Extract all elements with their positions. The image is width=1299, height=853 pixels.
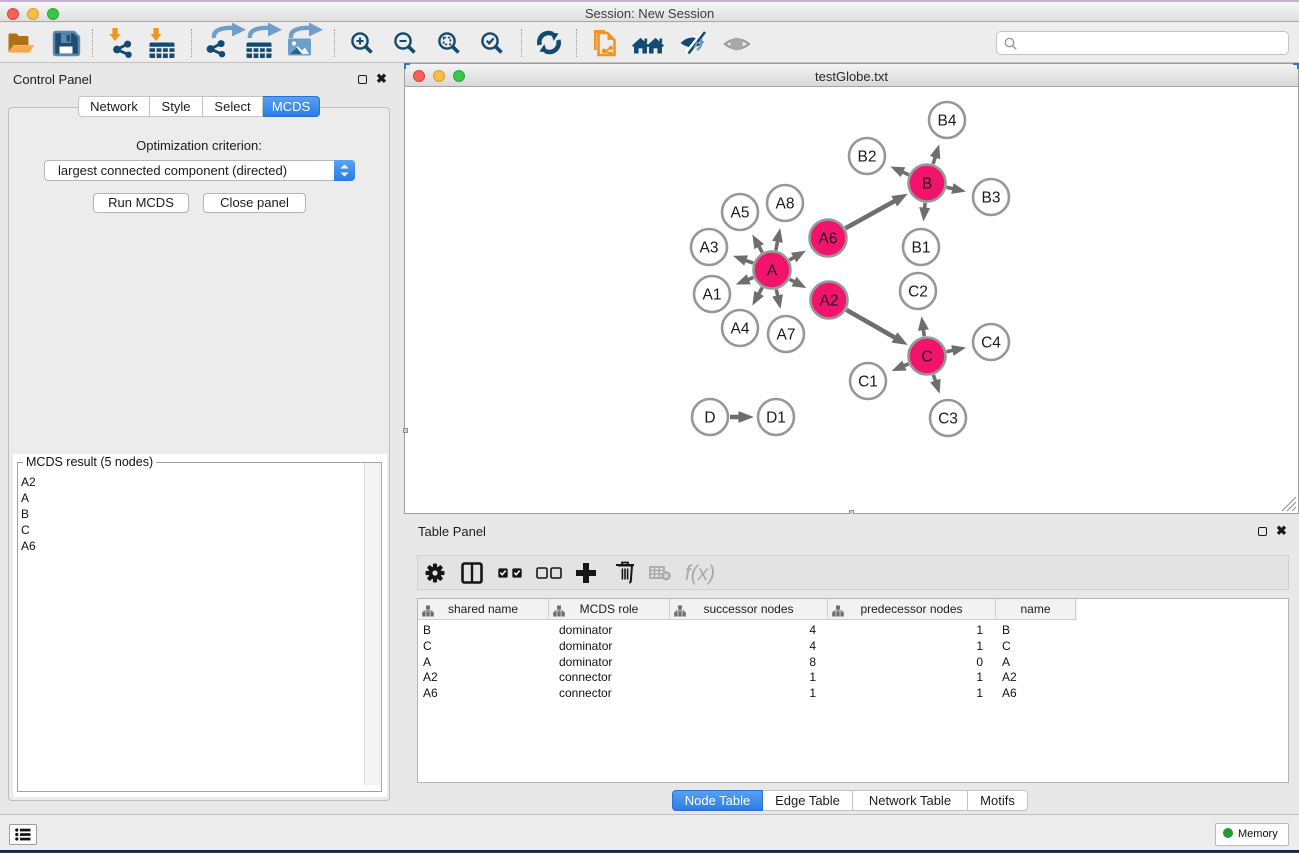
svg-text:A5: A5	[731, 205, 750, 222]
svg-text:C2: C2	[908, 284, 928, 301]
svg-text:A2: A2	[820, 293, 839, 310]
svg-text:B: B	[922, 176, 932, 193]
svg-text:D1: D1	[766, 410, 786, 427]
svg-text:A: A	[767, 263, 778, 280]
svg-text:A7: A7	[777, 327, 796, 344]
svg-text:D: D	[704, 410, 715, 427]
svg-text:C: C	[921, 349, 932, 366]
svg-text:C1: C1	[858, 374, 878, 391]
svg-text:A8: A8	[776, 196, 795, 213]
svg-text:B3: B3	[982, 190, 1001, 207]
svg-text:B4: B4	[938, 113, 957, 130]
svg-text:A4: A4	[731, 321, 750, 338]
svg-text:A3: A3	[700, 240, 719, 257]
svg-text:C3: C3	[938, 411, 958, 428]
svg-text:C4: C4	[981, 335, 1001, 352]
svg-text:B2: B2	[858, 149, 877, 166]
svg-text:A1: A1	[703, 287, 722, 304]
svg-text:f(x): f(x)	[685, 562, 715, 585]
svg-text:B1: B1	[912, 240, 931, 257]
svg-text:A6: A6	[819, 231, 838, 248]
